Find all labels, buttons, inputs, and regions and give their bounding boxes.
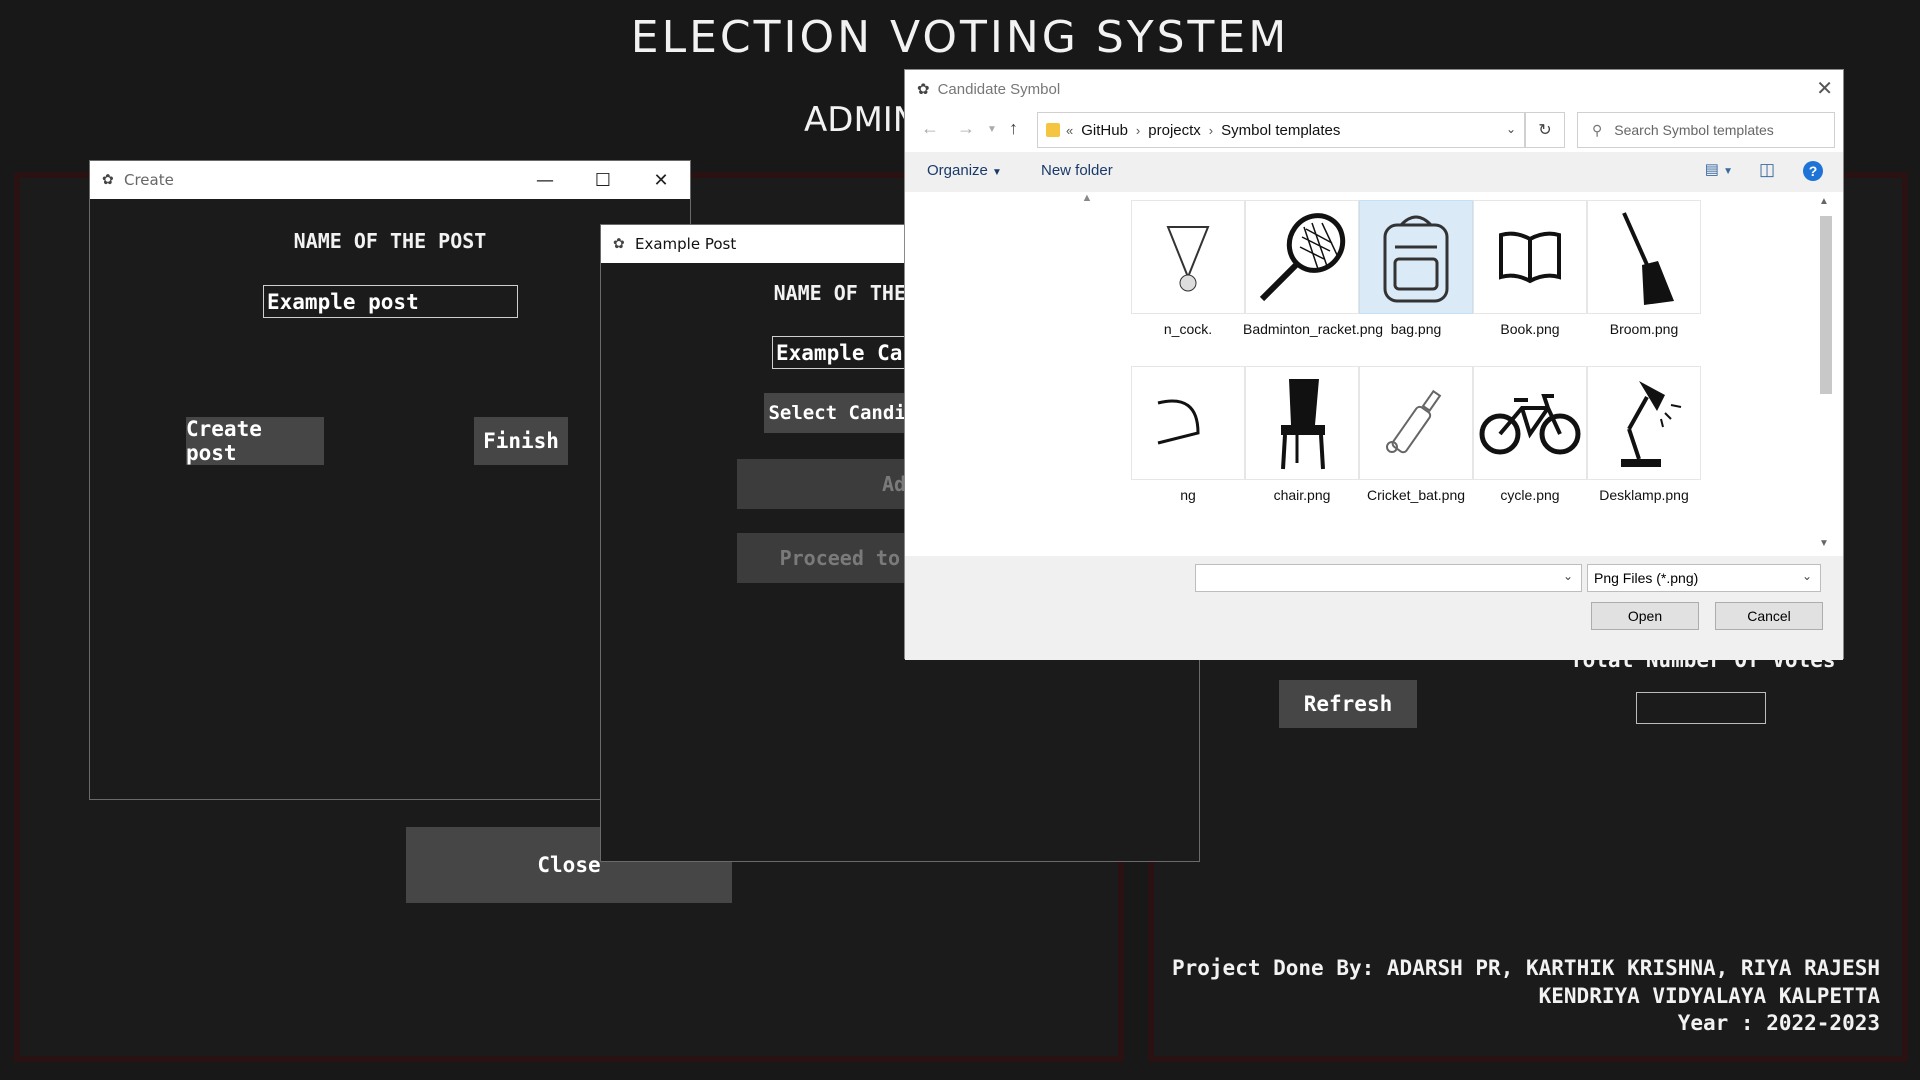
filename-input[interactable]: ⌄ — [1195, 564, 1582, 592]
back-arrow-icon[interactable]: ← — [921, 118, 939, 139]
filetype-select[interactable]: Png Files (*.png) ⌄ — [1587, 564, 1821, 592]
file-dialog-footer: ⌄ Png Files (*.png) ⌄ Open Cancel — [905, 556, 1843, 660]
search-input[interactable]: ⚲ Search Symbol templates — [1577, 112, 1835, 148]
file-item[interactable]: ng — [1129, 366, 1247, 504]
overflow-chevron-icon[interactable]: « — [1066, 123, 1073, 138]
bag-icon — [1359, 200, 1473, 314]
file-item[interactable]: cycle.png — [1471, 366, 1589, 504]
racket-icon — [1245, 200, 1359, 314]
file-name: Cricket_bat.png — [1366, 487, 1466, 503]
filetype-value: Png Files (*.png) — [1594, 570, 1699, 586]
chevron-down-icon: ▼ — [992, 167, 1002, 178]
file-item[interactable]: Desklamp.png — [1585, 366, 1703, 504]
feather-icon: ✿ — [102, 172, 114, 188]
partial-icon — [1131, 366, 1245, 480]
scroll-up-icon[interactable]: ▲ — [1819, 196, 1829, 207]
file-grid: n_cock. Badminton_racket.png bag.png Boo… — [1129, 200, 1819, 560]
organize-button[interactable]: Organize ▼ — [927, 162, 1002, 179]
file-dialog-navbar: ← → ▼ ↑ « GitHub › projectx › Symbol tem… — [905, 108, 1843, 152]
credits-names: Project Done By: ADARSH PR, KARTHIK KRIS… — [1171, 956, 1880, 980]
broom-icon — [1587, 200, 1701, 314]
shuttlecock-icon — [1131, 200, 1245, 314]
file-dialog-titlebar[interactable]: ✿ Candidate Symbol ✕ — [905, 70, 1843, 108]
refresh-icon[interactable]: ↻ — [1525, 112, 1565, 148]
app-title: ELECTION VOTING SYSTEM — [630, 12, 1290, 63]
chevron-right-icon: › — [1135, 122, 1141, 138]
help-icon[interactable]: ? — [1803, 161, 1823, 181]
file-dialog: ✿ Candidate Symbol ✕ ← → ▼ ↑ « GitHub › … — [904, 69, 1844, 660]
chevron-down-icon[interactable]: ⌄ — [1506, 122, 1516, 136]
address-bar[interactable]: « GitHub › projectx › Symbol templates ⌄ — [1037, 112, 1525, 148]
close-icon[interactable]: ✕ — [632, 161, 690, 199]
create-window-title: Create — [124, 171, 174, 189]
desklamp-icon — [1587, 366, 1701, 480]
chair-icon — [1245, 366, 1359, 480]
cycle-icon — [1473, 366, 1587, 480]
create-window-titlebar[interactable]: ✿ Create — ☐ ✕ — [90, 161, 690, 199]
new-folder-button[interactable]: New folder — [1041, 162, 1113, 179]
scrollbar-thumb[interactable] — [1820, 216, 1832, 394]
forward-arrow-icon[interactable]: → — [957, 118, 975, 139]
file-name: Desklamp.png — [1599, 487, 1689, 503]
scroll-down-icon[interactable]: ▼ — [1819, 538, 1829, 549]
total-votes-field[interactable] — [1636, 692, 1766, 724]
organize-label: Organize — [927, 162, 988, 179]
view-options-icon[interactable]: ▤ ▼ — [1705, 160, 1733, 178]
close-icon[interactable]: ✕ — [1816, 76, 1833, 101]
search-icon: ⚲ — [1592, 121, 1603, 138]
breadcrumb-item[interactable]: projectx — [1148, 122, 1201, 139]
credits-year: Year : 2022-2023 — [1677, 1011, 1880, 1035]
refresh-button[interactable]: Refresh — [1279, 680, 1417, 728]
open-button[interactable]: Open — [1591, 602, 1699, 630]
breadcrumb-item[interactable]: GitHub — [1081, 122, 1128, 139]
finish-button[interactable]: Finish — [474, 417, 568, 465]
admin-subtitle: ADMIN — [804, 100, 919, 140]
chevron-down-icon[interactable]: ⌄ — [1563, 569, 1573, 583]
file-name: cycle.png — [1500, 487, 1560, 503]
scroll-up-icon[interactable]: ▲ — [1077, 192, 1097, 212]
file-item[interactable]: n_cock. — [1129, 200, 1247, 338]
file-name: n_cock. — [1163, 321, 1213, 337]
chevron-right-icon: › — [1208, 122, 1214, 138]
post-name-input[interactable] — [263, 285, 518, 318]
folder-icon — [1046, 123, 1060, 137]
create-post-button[interactable]: Create post — [186, 417, 324, 465]
credits-school: KENDRIYA VIDYALAYA KALPETTA — [1538, 984, 1880, 1008]
breadcrumb-item[interactable]: Symbol templates — [1221, 122, 1340, 139]
chevron-down-icon: ⌄ — [1801, 569, 1812, 583]
minimize-icon[interactable]: — — [516, 161, 574, 199]
maximize-icon[interactable]: ☐ — [574, 161, 632, 199]
file-item[interactable]: Badminton_racket.png — [1243, 200, 1384, 338]
file-name: bag.png — [1390, 321, 1442, 337]
feather-icon: ✿ — [613, 236, 625, 252]
cricket-bat-icon — [1359, 366, 1473, 480]
recent-dropdown-icon[interactable]: ▼ — [987, 124, 997, 135]
file-item[interactable]: Cricket_bat.png — [1357, 366, 1475, 504]
cancel-button[interactable]: Cancel — [1715, 602, 1823, 630]
file-name: chair.png — [1273, 487, 1331, 503]
file-dialog-title: Candidate Symbol — [937, 80, 1061, 98]
file-item[interactable]: chair.png — [1243, 366, 1361, 504]
file-item[interactable]: bag.png — [1357, 200, 1475, 338]
vertical-scrollbar[interactable]: ▲ ▼ — [1817, 192, 1835, 554]
search-placeholder: Search Symbol templates — [1614, 122, 1774, 138]
file-name: Badminton_racket.png — [1243, 321, 1384, 337]
preview-pane-icon[interactable]: ◫ — [1759, 160, 1775, 180]
file-item[interactable]: Book.png — [1471, 200, 1589, 338]
file-item[interactable]: Broom.png — [1585, 200, 1703, 338]
feather-icon: ✿ — [917, 81, 930, 98]
file-name: Broom.png — [1609, 321, 1679, 337]
up-arrow-icon[interactable]: ↑ — [1009, 118, 1018, 139]
file-dialog-toolbar: Organize ▼ New folder ▤ ▼ ◫ ? — [905, 152, 1843, 192]
file-name: ng — [1180, 487, 1196, 503]
book-icon — [1473, 200, 1587, 314]
file-name: Book.png — [1500, 321, 1560, 337]
